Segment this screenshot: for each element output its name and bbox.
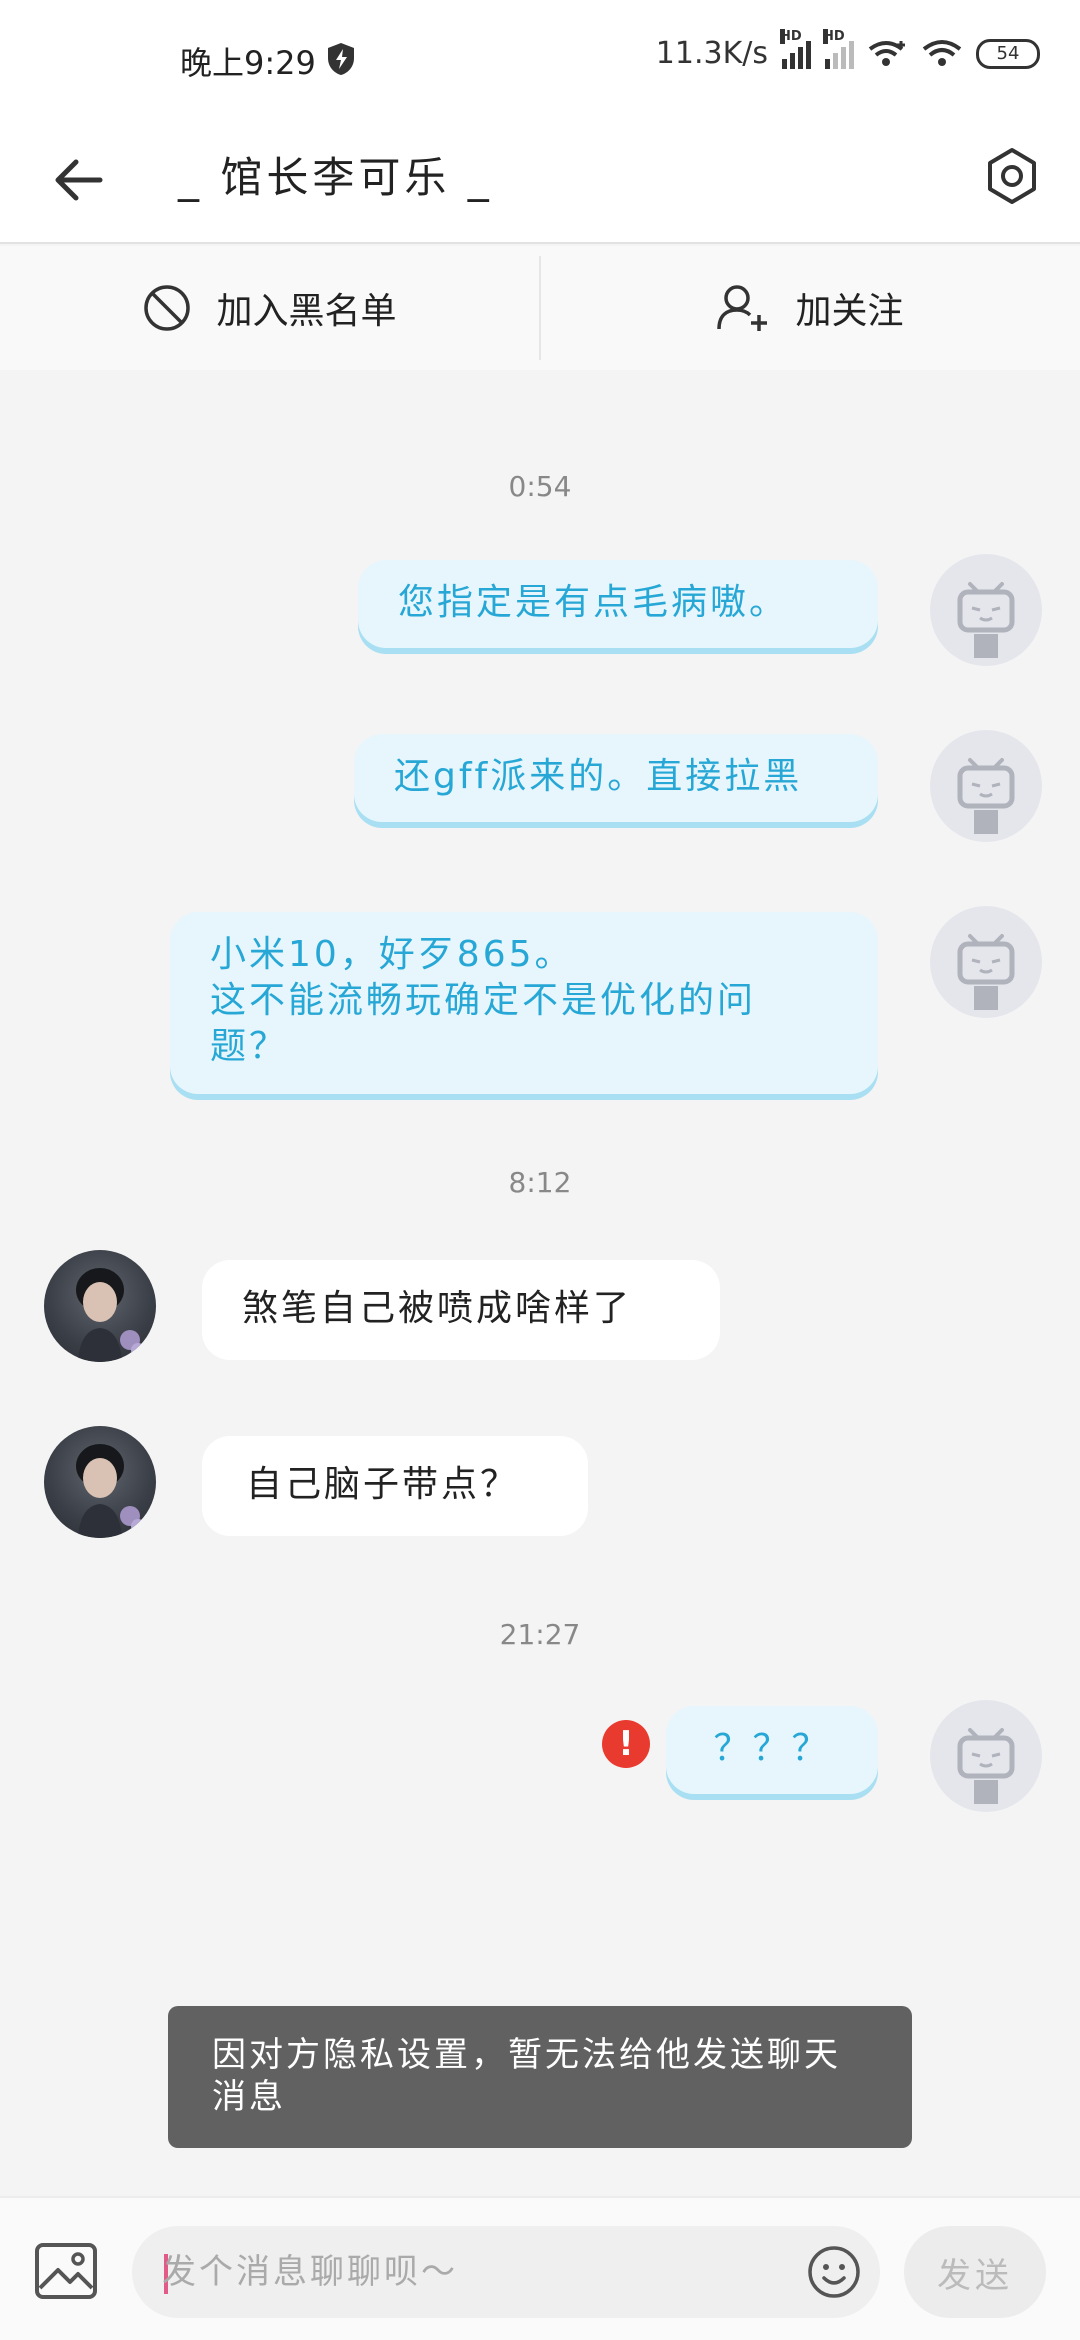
message-text-line: 小米10，好歹865。 [210,934,574,975]
hd-label: HD [780,28,802,44]
message-text: ？？？ [713,1728,831,1769]
chat-title: _ 馆长李可乐 _ [178,153,493,202]
signal-icon-2: HD [823,28,854,69]
blacklist-button[interactable]: 加入黑名单 [0,246,539,370]
emoji-icon[interactable] [806,2244,862,2300]
action-bar: 加入黑名单 加关注 [0,246,1080,370]
message-text: 还gff派来的。直接拉黑 [394,756,803,797]
privacy-toast: 因对方隐私设置，暂无法给他发送聊天消息 [168,2006,912,2148]
status-indicators: 11.3K/s HD HD 54 [655,28,1040,71]
battery-level: 54 [996,43,1020,64]
tv-mascot-icon [957,758,1015,834]
hd-label-2: HD [823,28,845,44]
incoming-message[interactable]: 自己脑子带点？ [202,1436,588,1536]
message-timestamp: 0:54 [508,470,572,503]
message-text-line: 这不能流畅玩确定不是优化的问 [210,980,757,1021]
contact-avatar[interactable] [44,1426,156,1538]
message-timestamp: 21:27 [499,1618,581,1651]
signal-icon: HD [780,28,811,69]
block-icon [144,285,191,331]
my-avatar[interactable] [930,554,1042,666]
battery-icon: 54 [976,38,1040,69]
tv-mascot-icon [957,934,1015,1010]
message-text-line: 题？ [210,1026,289,1067]
send-button[interactable]: 发送 [904,2226,1046,2318]
status-bar: 晚上9:29 11.3K/s HD HD 54 [0,0,1080,120]
message-timestamp: 8:12 [508,1166,572,1199]
contact-photo [76,1444,145,1538]
add-user-icon [717,285,768,331]
follow-label: 加关注 [795,291,904,332]
incoming-message[interactable]: 煞笔自己被喷成啥样了 [202,1260,720,1360]
send-failed-icon[interactable]: ! [602,1720,650,1768]
wifi-plus-icon [868,40,905,66]
shield-bolt-icon [328,43,354,75]
toast-text: 因对方隐私设置，暂无法给他发送聊天消息 [212,2035,841,2117]
chat-header: _ 馆长李可乐 _ [0,120,1080,244]
tv-mascot-icon [957,1728,1015,1804]
outgoing-message[interactable]: 小米10，好歹865。 这不能流畅玩确定不是优化的问 题？ [170,912,878,1094]
message-input[interactable] [162,2242,802,2302]
outgoing-message[interactable]: 还gff派来的。直接拉黑 [354,734,878,822]
image-icon[interactable] [34,2242,98,2300]
settings-icon[interactable] [980,144,1044,208]
my-avatar[interactable] [930,906,1042,1018]
input-bar: 发送 [0,2196,1080,2340]
status-time: 晚上9:29 [180,44,316,82]
message-input-box [132,2226,880,2318]
follow-button[interactable]: 加关注 [541,246,1080,370]
my-avatar[interactable] [930,1700,1042,1812]
wifi-icon [922,39,962,66]
outgoing-message[interactable]: 您指定是有点毛病嗷。 [358,560,878,648]
blacklist-label: 加入黑名单 [216,291,397,332]
tv-mascot-icon [957,582,1015,658]
outgoing-message[interactable]: ？？？ [666,1706,878,1794]
my-avatar[interactable] [930,730,1042,842]
message-text: 您指定是有点毛病嗷。 [398,582,789,623]
back-arrow-icon[interactable] [48,150,108,210]
contact-photo [76,1268,145,1362]
message-text: 煞笔自己被喷成啥样了 [242,1288,633,1329]
network-speed: 11.3K/s [655,36,768,71]
message-text: 自己脑子带点？ [246,1464,520,1505]
contact-avatar[interactable] [44,1250,156,1362]
